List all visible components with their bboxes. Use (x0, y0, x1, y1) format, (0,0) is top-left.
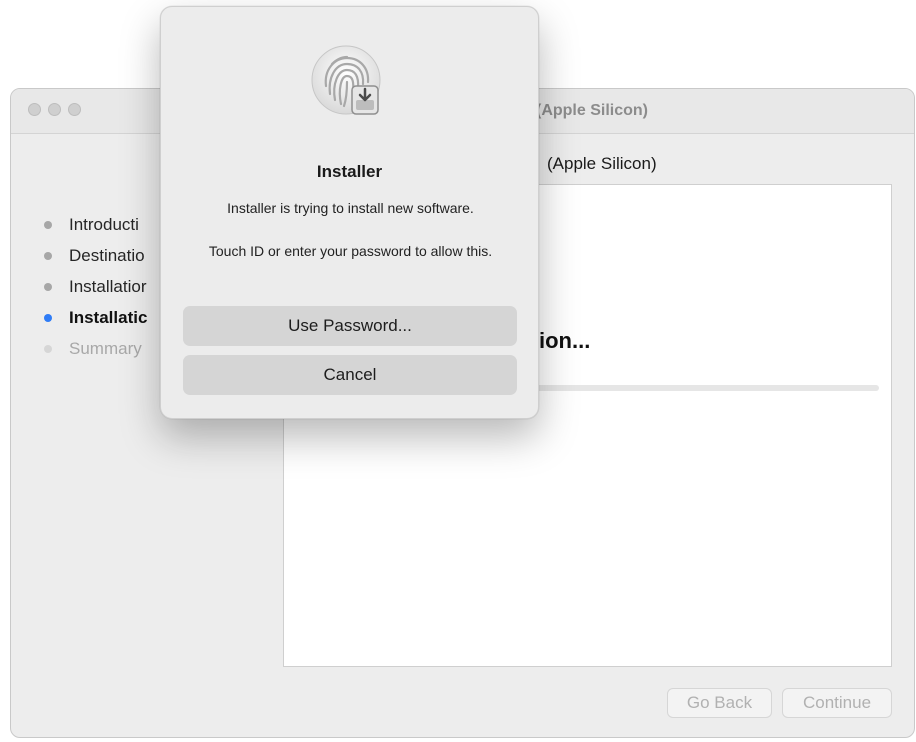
authentication-dialog: Installer Installer is trying to install… (160, 6, 539, 419)
step-status-dot (44, 251, 52, 260)
dialog-title: Installer (316, 162, 383, 181)
step-label: Introducti (69, 214, 139, 234)
step-status-dot (44, 220, 52, 229)
zoom-window-button[interactable] (68, 103, 81, 116)
window-title: (Apple Silicon) (536, 102, 648, 119)
step-active-dot (44, 313, 52, 322)
content-subtitle: (Apple Silicon) (547, 154, 657, 173)
touch-id-fingerprint-installer-icon (311, 45, 381, 115)
minimize-window-button[interactable] (48, 103, 61, 116)
step-label: Installatior (69, 276, 147, 296)
close-window-button[interactable] (28, 103, 41, 116)
dialog-message: Installer is trying to install new softw… (227, 200, 474, 216)
go-back-button[interactable]: Go Back (667, 688, 772, 718)
step-label: Destinatio (69, 245, 145, 265)
step-label: Summary (69, 338, 142, 358)
progress-heading: ion... (539, 328, 591, 353)
dialog-prompt: Touch ID or enter your password to allow… (208, 243, 493, 259)
use-password-button[interactable]: Use Password... (183, 306, 517, 346)
cancel-button[interactable]: Cancel (183, 355, 517, 395)
step-status-dot (44, 282, 52, 291)
step-status-dot (44, 344, 52, 353)
step-label: Installatic (69, 307, 148, 327)
continue-button[interactable]: Continue (782, 688, 892, 718)
